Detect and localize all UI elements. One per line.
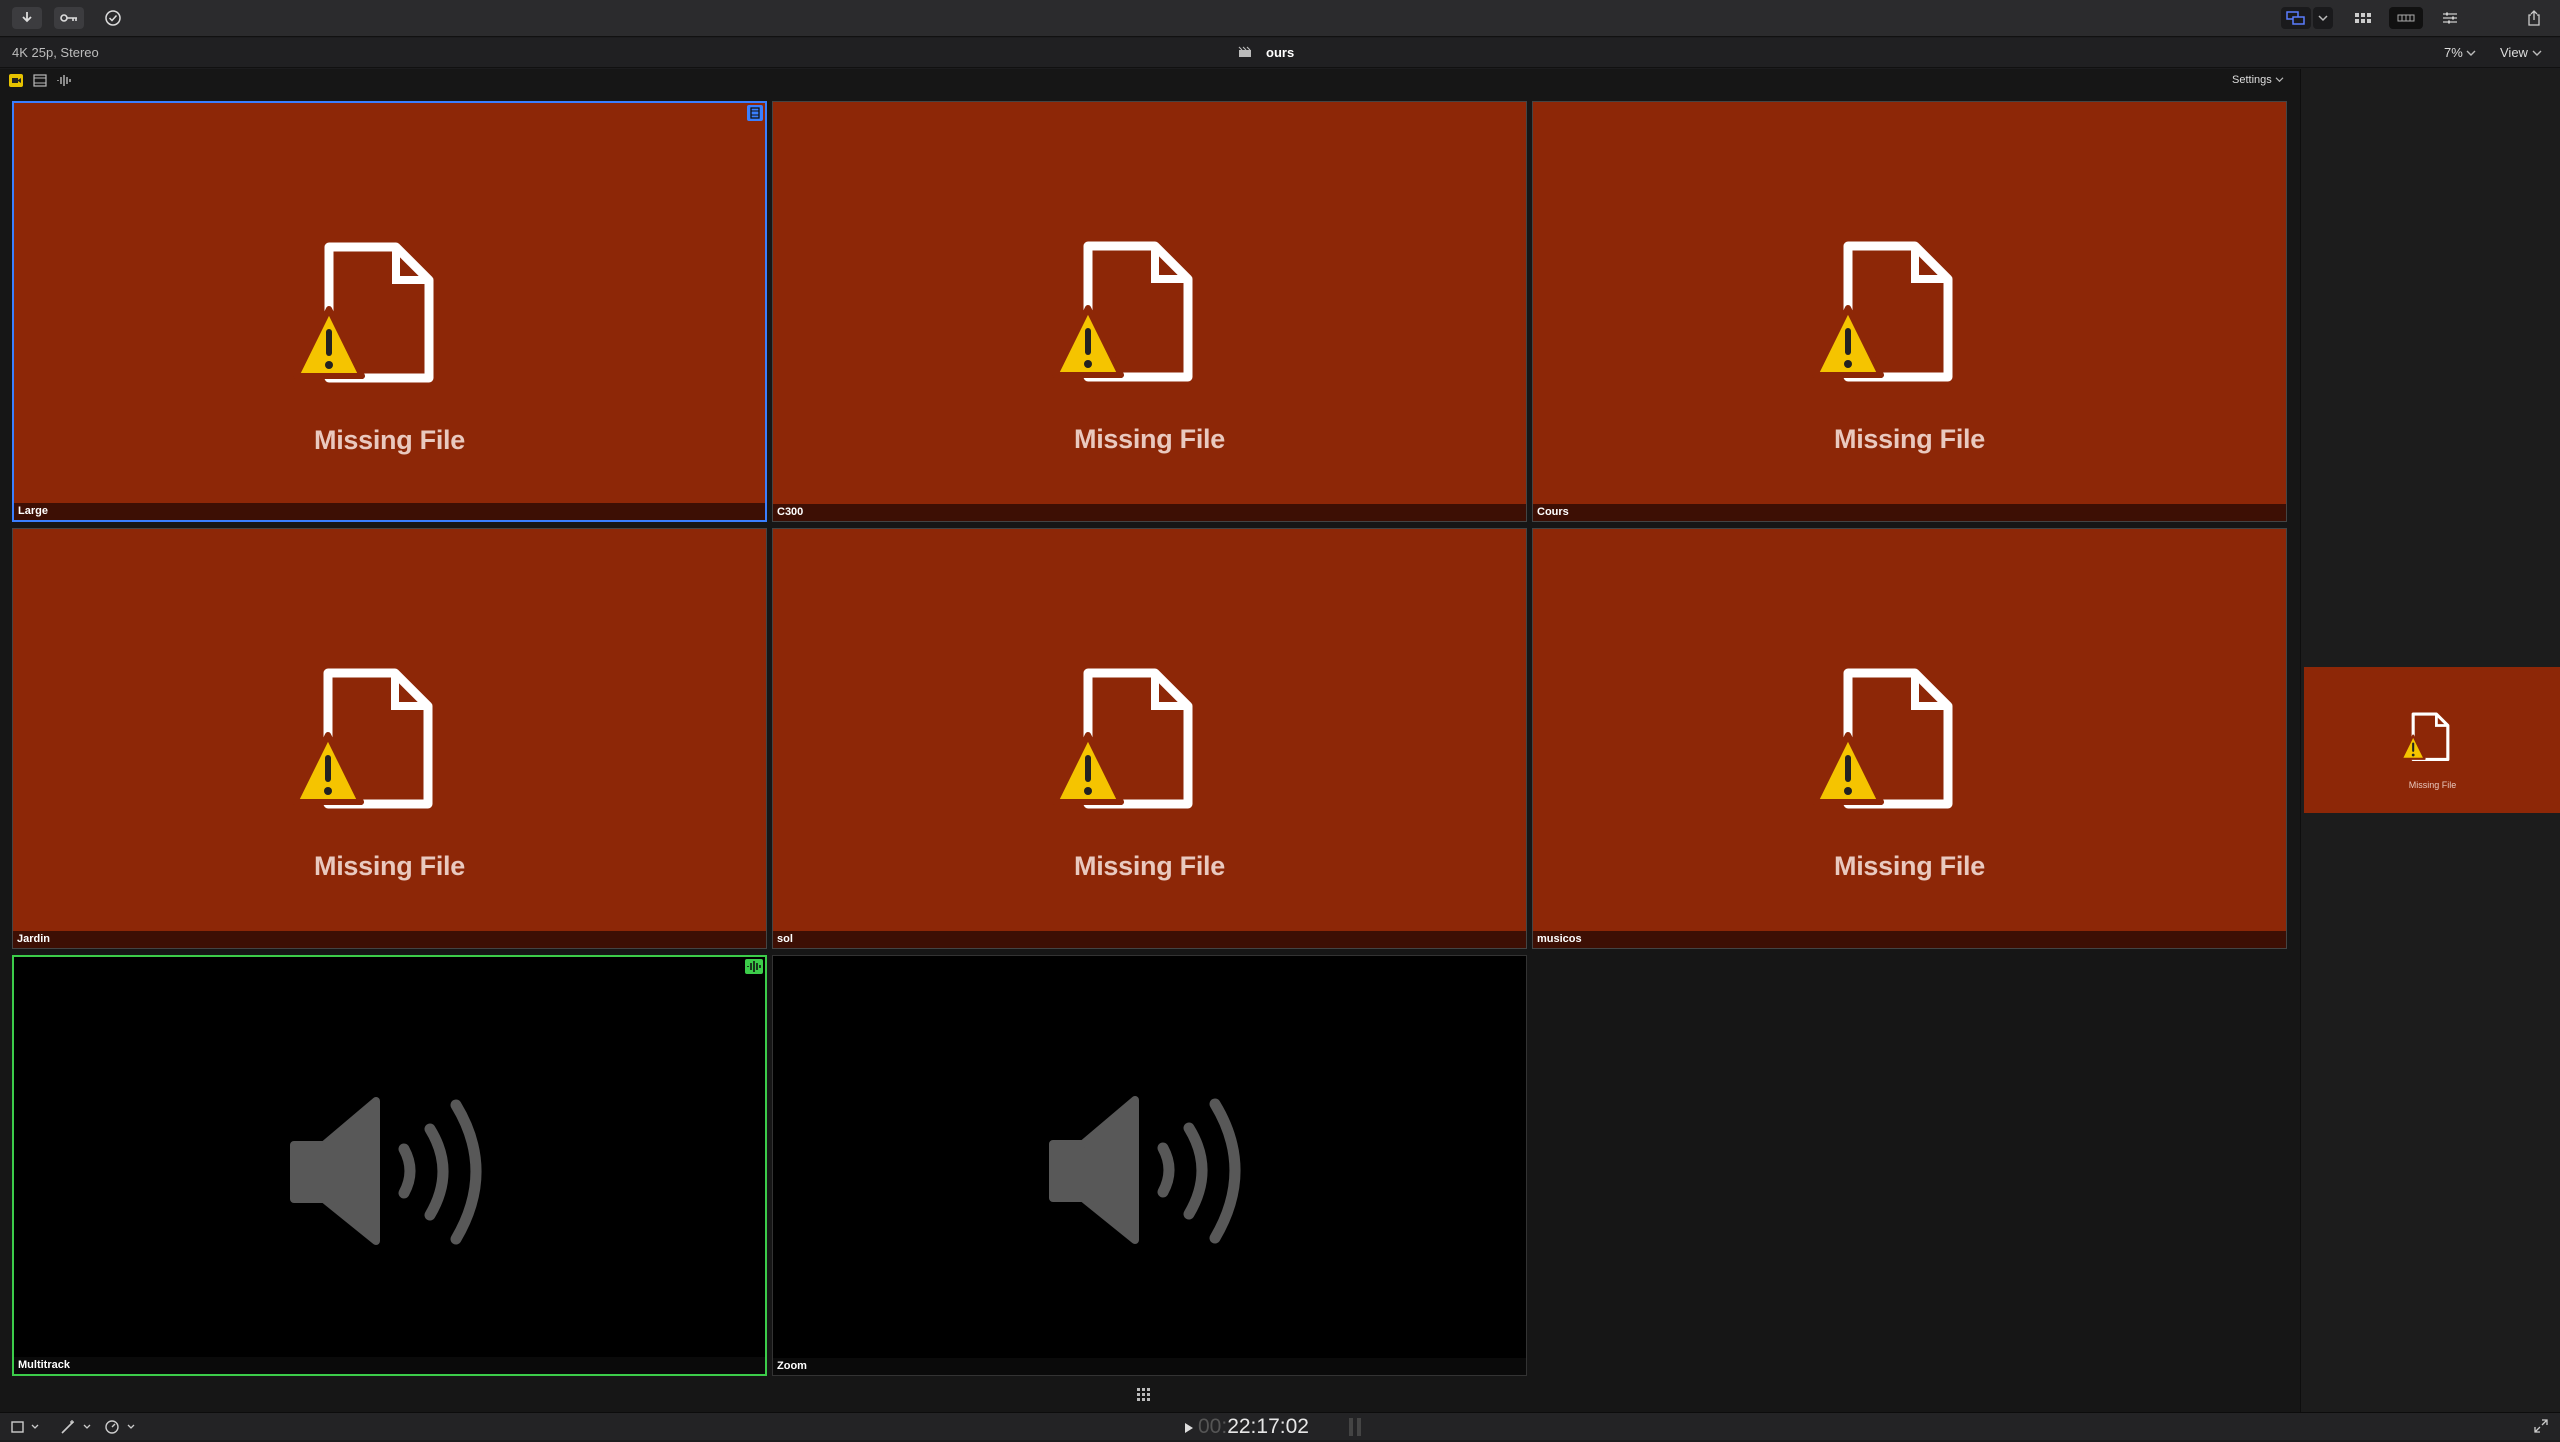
missing-file-icon [2400, 712, 2450, 762]
speaker-icon [1049, 1096, 1241, 1244]
audio-meters [1348, 1417, 1362, 1442]
angle-label: Jardin [13, 931, 766, 948]
missing-file-text: Missing File [1834, 424, 1985, 454]
zoom-menu[interactable]: 7% [2444, 45, 2476, 60]
multicam-view-button[interactable] [2281, 7, 2311, 29]
timecode-display: 00:22:17:02 [1198, 1413, 1309, 1441]
active-audio-badge [745, 959, 763, 974]
angle-label: C300 [773, 504, 1526, 521]
keyword-button[interactable] [54, 7, 84, 29]
top-toolbar [0, 0, 2560, 37]
angle-large[interactable]: Missing File Large [12, 101, 767, 522]
timeline-icon [2397, 14, 2415, 22]
background-tasks-button[interactable] [98, 7, 128, 29]
missing-file-icon [1812, 241, 1953, 382]
angle-multitrack[interactable]: Multitrack [12, 955, 767, 1376]
missing-file-text: Missing File [1074, 424, 1225, 454]
angle-jardin[interactable]: Missing File Jardin [12, 528, 767, 949]
browser-button[interactable] [2346, 7, 2380, 29]
angle-label: Zoom [773, 1358, 1526, 1375]
inspector-button[interactable] [2433, 7, 2467, 29]
view-menu[interactable]: View [2500, 45, 2542, 60]
angle-c300[interactable]: Missing File C300 [772, 101, 1527, 522]
chevron-down-icon [2318, 15, 2328, 22]
angle-settings-menu[interactable]: Settings [2232, 74, 2284, 86]
missing-file-icon [293, 242, 434, 383]
play-icon [1185, 1423, 1193, 1433]
missing-file-text: Missing File [1834, 851, 1985, 881]
clip-icon [1238, 46, 1252, 61]
settings-label: Settings [2232, 74, 2272, 86]
angle-label: Large [14, 503, 765, 520]
film-strip-icon [750, 107, 760, 119]
angle-label: sol [773, 931, 1526, 948]
import-icon [22, 12, 32, 23]
retime-menu[interactable] [104, 1419, 136, 1440]
missing-file-text: Missing File [314, 425, 465, 455]
speedometer-icon [105, 1420, 135, 1434]
checkmark-circle-icon [105, 10, 121, 26]
video-audio-icon [12, 78, 21, 83]
transform-menu[interactable] [10, 1419, 40, 1440]
chevron-down-icon [2466, 50, 2476, 56]
missing-file-icon [1052, 241, 1193, 382]
film-strip-icon [33, 74, 47, 87]
format-label: 4K 25p, Stereo [12, 45, 99, 60]
fullscreen-icon [2534, 1419, 2548, 1433]
waveform-icon [747, 961, 761, 972]
browser-grid-icon [2355, 13, 2371, 23]
missing-file-text: Missing File [314, 851, 465, 881]
inspector-icon [2443, 12, 2457, 24]
grid-icon [1137, 1388, 1150, 1401]
audio-only-switch-button[interactable] [56, 74, 72, 87]
angle-cours[interactable]: Missing File Cours [1532, 101, 2287, 522]
enhancements-menu[interactable] [60, 1419, 92, 1440]
missing-file-icon [1812, 668, 1953, 809]
main-viewer: Missing File [2300, 69, 2560, 1412]
angle-bank-button[interactable] [1136, 1387, 1152, 1403]
angle-zoom[interactable]: Zoom [772, 955, 1527, 1376]
timeline-button[interactable] [2389, 7, 2423, 29]
multicam-view-dropdown[interactable] [2313, 7, 2333, 29]
audio-meter-icon [1349, 1418, 1361, 1436]
view-label: View [2500, 45, 2528, 60]
main-viewer-frame: Missing File [2304, 667, 2560, 813]
missing-file-text: Missing File [2408, 780, 2457, 790]
angle-musicos[interactable]: Missing File musicos [1532, 528, 2287, 949]
share-button[interactable] [2520, 7, 2548, 29]
playback-bar: 00:22:17:02 [0, 1412, 2560, 1440]
timecode-leading: 00: [1198, 1415, 1228, 1438]
timecode-value: 22:17:02 [1227, 1415, 1309, 1438]
missing-file-icon [292, 668, 433, 809]
import-button[interactable] [12, 7, 42, 29]
keyword-icon [60, 14, 77, 22]
chevron-down-icon [2532, 50, 2542, 56]
angle-label: Cours [1533, 504, 2286, 521]
angle-sol[interactable]: Missing File sol [772, 528, 1527, 949]
magic-wand-icon [61, 1420, 91, 1434]
speaker-icon [290, 1097, 482, 1245]
video-only-switch-button[interactable] [33, 74, 47, 87]
crop-icon [11, 1421, 39, 1433]
multicam-view-icon [2286, 11, 2305, 25]
share-icon [2528, 10, 2540, 26]
zoom-value: 7% [2444, 45, 2463, 60]
missing-file-icon [1052, 668, 1193, 809]
waveform-icon [57, 75, 71, 86]
angle-label: musicos [1533, 931, 2286, 948]
play-button[interactable] [1184, 1421, 1194, 1439]
chevron-down-icon [2275, 77, 2284, 83]
angle-viewer: Settings Missing File Large Missing File… [0, 69, 2300, 1412]
active-video-badge [747, 105, 763, 121]
viewer-info-bar: 4K 25p, Stereo ours 7% View [0, 38, 2560, 68]
fullscreen-button[interactable] [2534, 1419, 2548, 1438]
angle-label: Multitrack [14, 1357, 765, 1374]
clip-name: ours [1266, 45, 1295, 60]
missing-file-text: Missing File [1074, 851, 1225, 881]
video-audio-switch-button[interactable] [9, 74, 23, 87]
